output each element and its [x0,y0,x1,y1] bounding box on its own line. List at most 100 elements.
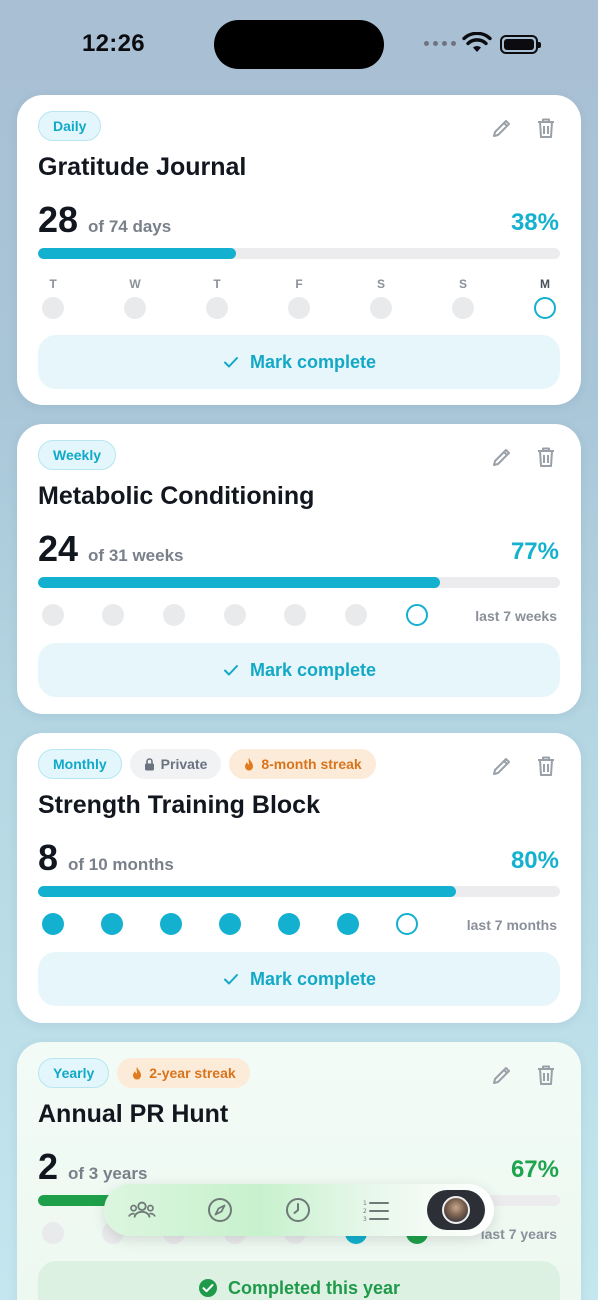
tab-history[interactable] [284,1196,312,1224]
day-label: S [376,277,385,291]
tab-bar: 123 [104,1184,494,1236]
delete-button[interactable] [533,1062,559,1088]
day-cell[interactable]: T [206,277,228,319]
week-dot[interactable] [42,604,64,626]
week-dot[interactable] [102,604,124,626]
day-dot-today [534,297,556,319]
range-note: last 7 weeks [475,608,557,624]
completed-indicator: Completed this year [38,1261,560,1300]
delete-button[interactable] [533,753,559,779]
day-cell[interactable]: S [452,277,474,319]
mark-complete-button[interactable]: Mark complete [38,643,560,697]
week-dot-current[interactable] [406,604,428,626]
progress-track [38,248,560,259]
day-label: T [49,277,57,291]
private-label: Private [160,756,208,772]
pencil-icon [493,1067,510,1084]
tab-profile[interactable] [427,1190,485,1230]
progress-track [38,886,560,897]
day-label: T [213,277,221,291]
day-label: W [129,277,141,291]
percent-label: 77% [510,538,559,565]
mark-complete-button[interactable]: Mark complete [38,952,560,1006]
month-dot-done[interactable] [101,913,123,935]
mark-complete-button[interactable]: Mark complete [38,335,560,389]
percent-label: 38% [510,209,559,236]
day-label: F [295,277,303,291]
compass-icon [208,1198,232,1222]
edit-button[interactable] [489,1062,515,1088]
percent-label: 67% [510,1156,559,1183]
edit-button[interactable] [489,115,515,141]
day-dot [452,297,474,319]
tab-community[interactable] [128,1196,156,1224]
frequency-badge: Daily [38,111,102,141]
completed-count: 24 [38,528,79,569]
mark-complete-label: Mark complete [249,659,377,680]
mark-complete-label: Mark complete [249,351,377,372]
edit-button[interactable] [489,753,515,779]
range-note: last 7 years [480,1226,557,1242]
frequency-badge: Yearly [38,1058,110,1088]
delete-button[interactable] [533,444,559,470]
edit-button[interactable] [489,444,515,470]
flame-icon [245,757,254,770]
avatar [442,1196,470,1224]
pencil-icon [493,120,510,137]
week-dot[interactable] [345,604,367,626]
month-dot-done[interactable] [278,913,300,935]
trash-icon [538,118,554,138]
day-cell[interactable]: F [288,277,310,319]
tab-explore[interactable] [206,1196,234,1224]
day-cell[interactable]: T [42,277,64,319]
completed-count: 8 [38,837,59,878]
day-cell[interactable]: W [124,277,146,319]
signal-icon [424,41,456,46]
habit-card: Daily Gratitude Journal 28 of 74 days 38… [17,95,581,405]
trash-icon [538,447,554,467]
day-dot [370,297,392,319]
delete-button[interactable] [533,115,559,141]
day-cell-today[interactable]: M [534,277,556,319]
private-badge: Private [129,749,222,779]
streak-badge: 8-month streak [229,749,376,779]
tab-list[interactable]: 123 [362,1196,390,1224]
day-dot [288,297,310,319]
progress-bar [38,577,440,588]
frequency-badge: Weekly [38,440,116,470]
check-icon [223,357,238,368]
year-dot[interactable] [42,1222,64,1244]
month-dot-done[interactable] [219,913,241,935]
month-dot-done[interactable] [160,913,182,935]
week-dot[interactable] [163,604,185,626]
battery-icon [500,35,541,54]
streak-label: 8-month streak [261,756,362,772]
pencil-icon [493,449,510,466]
week-dot[interactable] [284,604,306,626]
day-tracker: T W T F S S M [38,277,560,319]
streak-label: 2-year streak [149,1065,236,1081]
habit-title: Strength Training Block [38,791,320,819]
progress-track [38,577,560,588]
svg-text:1: 1 [363,1200,367,1207]
completed-count: 2 [38,1146,59,1187]
completed-count: 28 [38,199,79,240]
clock-icon [286,1198,310,1222]
week-tracker [37,604,428,626]
month-dot-done[interactable] [337,913,359,935]
people-icon [128,1201,156,1218]
month-dot-current[interactable] [396,913,418,935]
total-count: of 74 days [88,217,172,236]
svg-text:2: 2 [363,1208,367,1215]
day-cell[interactable]: S [370,277,392,319]
status-time: 12:26 [82,30,145,57]
day-dot [124,297,146,319]
week-dot[interactable] [224,604,246,626]
habit-title: Metabolic Conditioning [38,482,315,510]
completed-label: Completed this year [227,1277,401,1298]
day-dot [42,297,64,319]
month-dot-done[interactable] [42,913,64,935]
dynamic-island [214,20,384,69]
range-note: last 7 months [466,917,557,933]
lock-icon [144,757,154,770]
